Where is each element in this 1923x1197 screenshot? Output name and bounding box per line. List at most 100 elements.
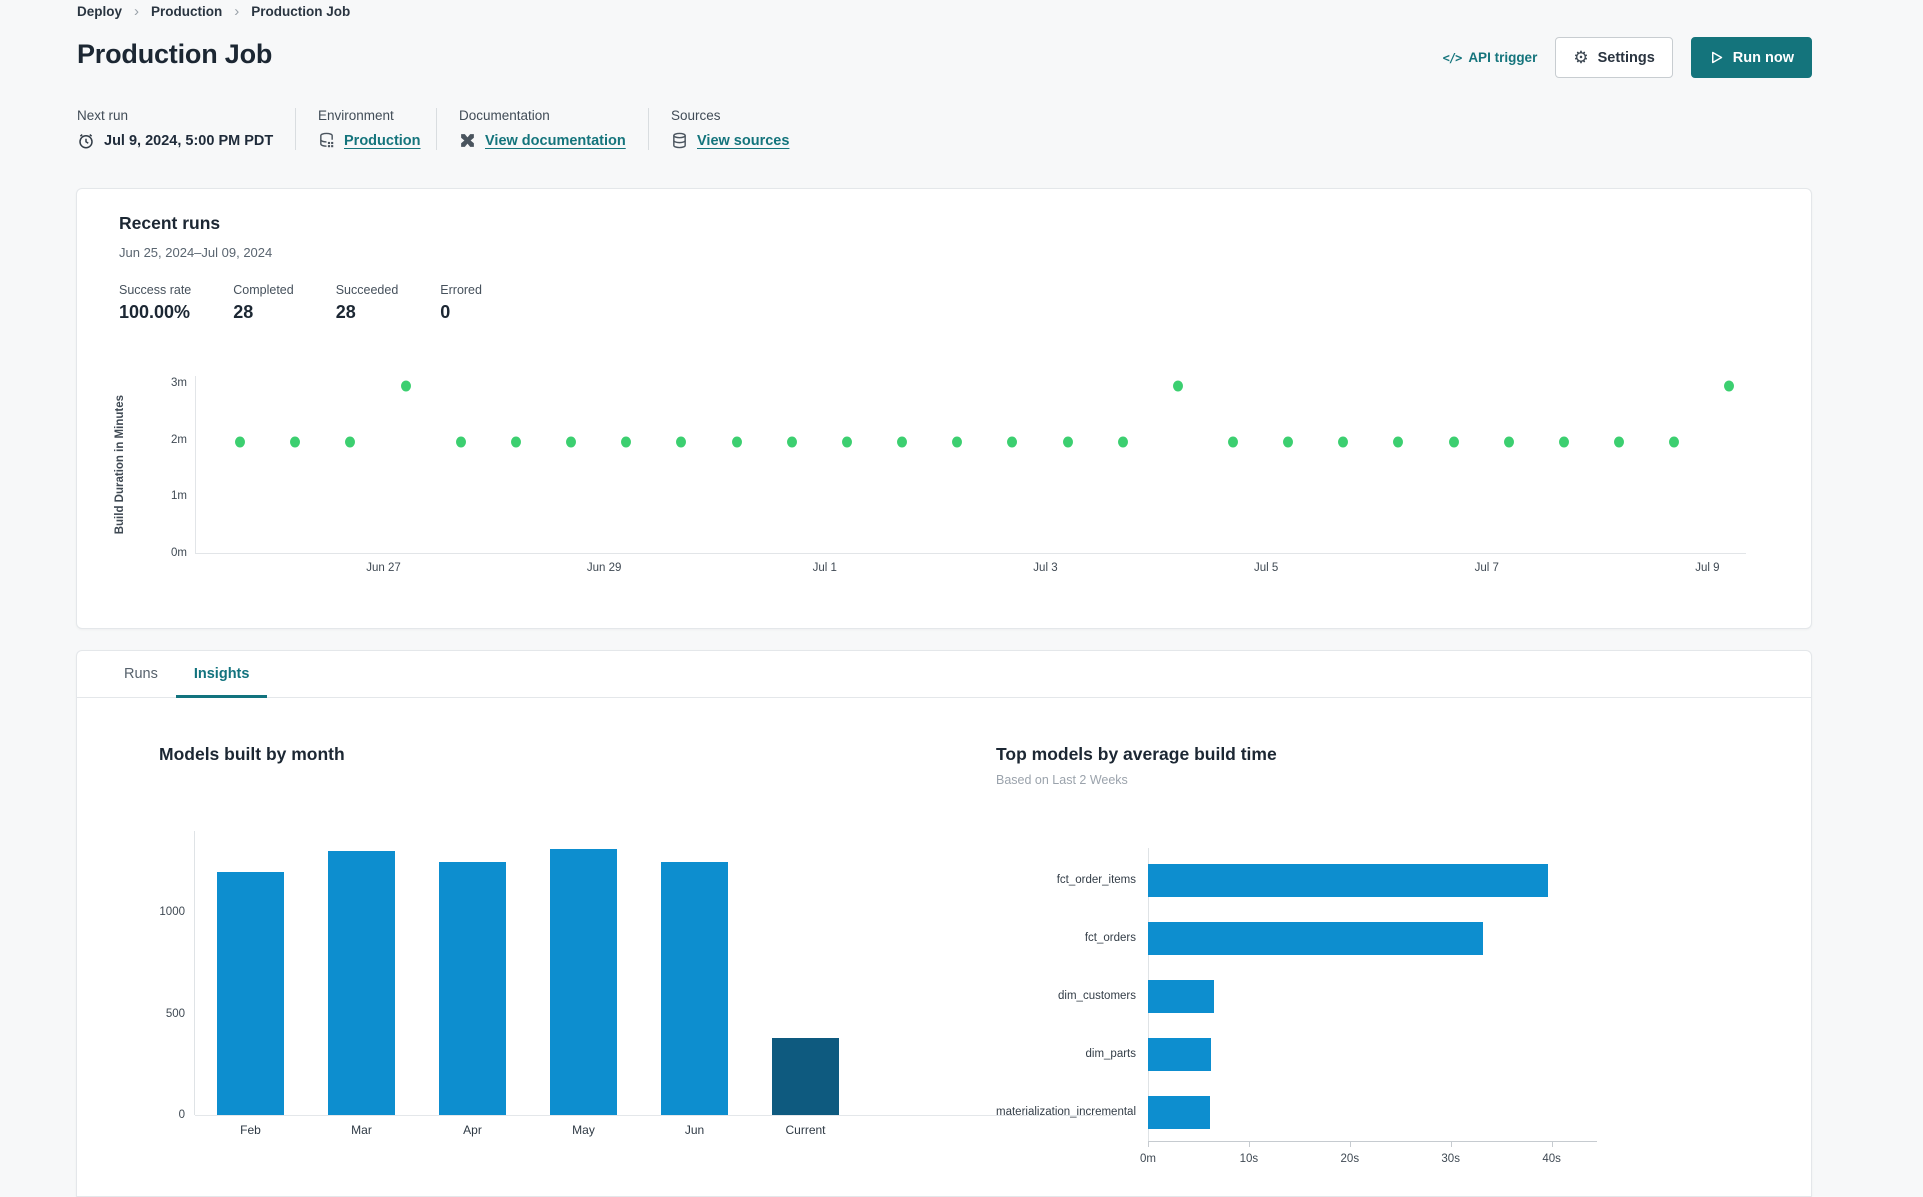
run-dot[interactable] [1448,436,1459,448]
x-axis-tick-mark [1148,1141,1149,1147]
gear-icon: ⚙ [1573,48,1589,67]
x-axis-tick-label: Jul 9 [1695,562,1720,574]
runs-insights-card: Runs Insights Models built by month Feb M… [76,650,1812,1197]
model-bar [1148,1037,1211,1071]
environment-link[interactable]: Production [344,133,421,149]
run-dot[interactable] [1117,436,1128,448]
api-trigger-link[interactable]: </> API trigger [1443,50,1538,65]
settings-label: Settings [1597,49,1655,66]
model-label: fct_orders [1084,932,1136,944]
models-by-month-title: Models built by month [159,744,345,764]
settings-button[interactable]: ⚙ Settings [1555,37,1673,78]
run-dot[interactable] [731,436,742,448]
run-dot[interactable] [1669,436,1680,448]
model-label: dim_customers [1058,990,1136,1002]
model-label: fct_order_items [1056,874,1136,886]
run-dot[interactable] [345,436,356,448]
x-axis-tick-label: 30s [1441,1153,1460,1165]
x-axis-tick-label: 10s [1239,1153,1259,1165]
model-bar-track [1148,921,1813,955]
y-axis-tick-label: 0m [171,547,187,559]
y-axis-tick-label: 1m [171,490,187,503]
run-dot[interactable] [952,436,963,448]
x-axis-tick-mark [1551,1141,1553,1147]
tab-runs[interactable]: Runs [106,651,176,697]
run-dot[interactable] [897,436,908,448]
breadcrumb-deploy[interactable]: Deploy [77,4,122,19]
y-axis-tick-label: 2m [171,433,187,446]
x-axis-tick-label: Jul 7 [1474,562,1499,574]
run-dot[interactable] [1338,436,1349,448]
model-bar-track [1148,863,1813,897]
y-axis-tick-label: 3m [171,376,187,389]
x-axis-tick-mark [1248,1141,1250,1147]
recent-runs-title: Recent runs [119,213,221,233]
next-run-column: Next run Jul 9, 2024, 5:00 PM PDT [77,108,295,150]
breadcrumb-production[interactable]: Production [151,4,222,19]
breadcrumb-current-page: Production Job [251,4,351,19]
page-title: Production Job [77,39,273,69]
database-icon [671,132,688,149]
run-dot[interactable] [1062,436,1073,448]
top-models-rows: fct_order_items fct_orders dim_customers di… [77,851,1813,1141]
view-documentation-link[interactable]: View documentation [485,133,626,149]
run-dot[interactable] [1558,436,1569,448]
documentation-column: Documentation View documentation [436,108,648,150]
tab-bar: Runs Insights [77,651,1811,698]
run-dot[interactable] [1393,436,1404,448]
next-run-value: Jul 9, 2024, 5:00 PM PDT [104,133,274,149]
run-dot[interactable] [400,380,411,392]
model-bar-track [1148,979,1813,1013]
documentation-label: Documentation [459,108,550,123]
tab-insights[interactable]: Insights [175,651,268,698]
run-dot[interactable] [1172,380,1183,392]
top-models-x-axis: 0m 10s 20s 30s 40s [1140,1141,1597,1165]
run-dot[interactable] [290,436,301,448]
x-axis-tick-label: 20s [1340,1153,1360,1165]
run-dot[interactable] [676,436,687,448]
x-axis-tick-label: Jun 29 [586,562,622,574]
run-dot[interactable] [1503,436,1514,448]
recent-runs-card: Recent runs Jun 25, 2024–Jul 09, 2024 Su… [76,188,1812,629]
model-row: dim_customers [77,967,1813,1025]
x-axis-tick-label: 0m [1140,1153,1156,1165]
model-row: fct_order_items [77,851,1813,909]
model-label: materialization_incremental [996,1106,1136,1118]
sources-column: Sources View sources [648,108,813,150]
run-dot[interactable] [455,436,466,448]
sources-label: Sources [671,108,721,123]
x-axis-tick-mark [1450,1141,1452,1147]
chevron-right-icon: › [134,3,140,20]
model-row: fct_orders [77,909,1813,967]
x-axis-tick-label: Jul 5 [1253,562,1279,574]
job-info-row: Next run Jul 9, 2024, 5:00 PM PDT Enviro… [77,108,813,150]
x-axis-tick-label: Jun 27 [366,562,401,574]
run-dot[interactable] [566,436,577,448]
run-dot[interactable] [510,436,521,448]
run-dot[interactable] [1007,436,1018,448]
run-dot[interactable] [1614,436,1625,448]
run-dot[interactable] [235,436,246,448]
run-dot[interactable] [1228,436,1238,448]
run-dot[interactable] [841,436,852,448]
chevron-right-icon: › [234,3,240,20]
run-now-button[interactable]: Run now [1690,37,1812,78]
run-now-label: Run now [1732,49,1794,66]
environment-column: Environment Production [295,108,436,150]
run-duration-y-axis-title-wrap: Build Duration in Minutes [112,376,128,553]
run-dot[interactable] [1283,436,1294,448]
environment-label: Environment [318,108,394,123]
model-row: materialization_incremental [77,1083,1813,1141]
x-axis-tick-label: Jul 1 [812,562,837,574]
play-icon [1709,50,1724,65]
view-sources-link[interactable]: View sources [697,133,789,149]
run-dot[interactable] [1724,380,1735,392]
environment-icon [318,132,335,149]
stat-success-rate: Success rate 100.00% [119,283,192,322]
x-axis-tick-label: Jul 3 [1033,562,1058,574]
dbt-docs-icon [459,132,476,149]
stat-errored: Errored 0 [440,283,482,322]
stat-succeeded: Succeeded 28 [335,283,399,322]
run-dot[interactable] [621,436,632,448]
run-dot[interactable] [786,436,797,448]
